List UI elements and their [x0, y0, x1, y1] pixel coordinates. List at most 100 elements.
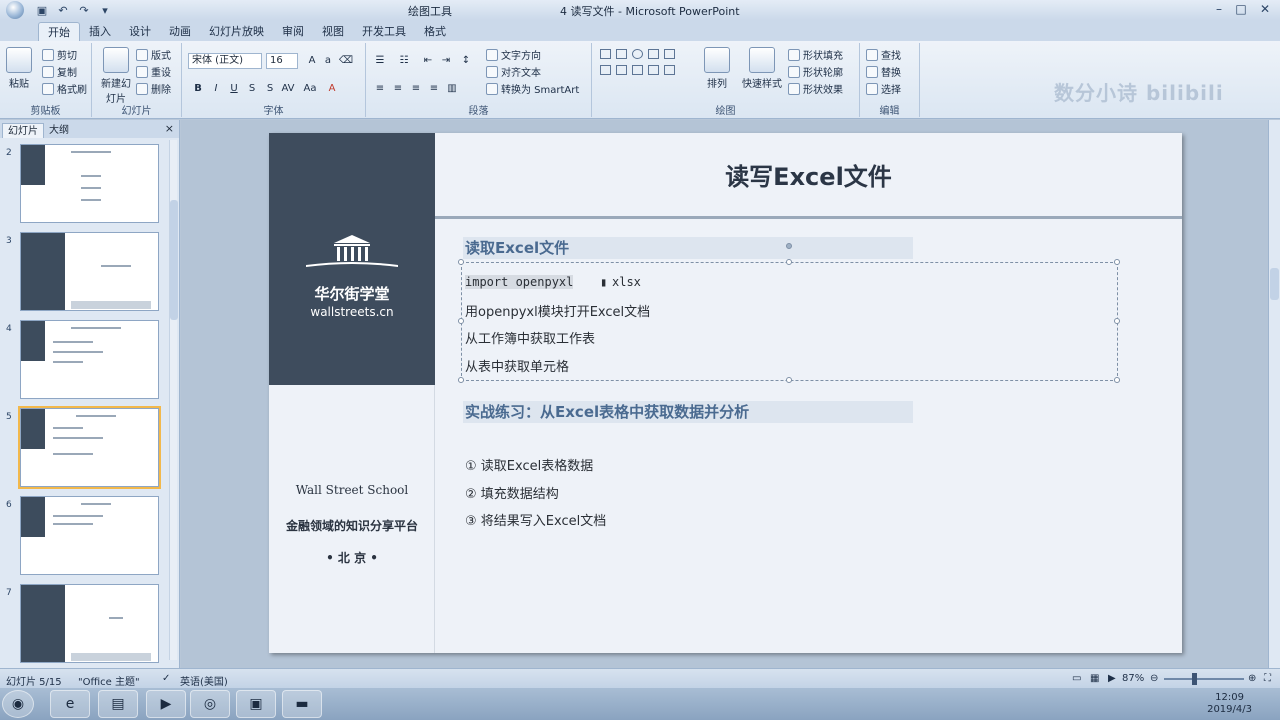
- shape-oval-icon[interactable]: [632, 49, 643, 59]
- shape-rect-icon[interactable]: [600, 49, 611, 59]
- panel-close-icon[interactable]: ×: [165, 122, 174, 135]
- save-icon[interactable]: ▣: [33, 2, 51, 18]
- find-button[interactable]: 查找: [866, 47, 901, 62]
- tab-design[interactable]: 设计: [120, 22, 160, 41]
- shape-effects-button[interactable]: 形状效果: [788, 81, 843, 96]
- explorer-icon[interactable]: ▤: [98, 690, 138, 718]
- undo-icon[interactable]: ↶: [54, 2, 72, 18]
- close-button[interactable]: ✕: [1252, 0, 1278, 18]
- zoom-slider[interactable]: [1164, 673, 1244, 685]
- resize-handle[interactable]: [786, 377, 792, 383]
- decrease-indent-icon[interactable]: ⇤: [420, 53, 436, 68]
- shape-triangle-icon[interactable]: [600, 65, 611, 75]
- font-color-icon[interactable]: A: [324, 81, 340, 96]
- strikethrough-icon[interactable]: S: [244, 81, 260, 96]
- slideshow-view-icon[interactable]: ▶: [1108, 673, 1116, 684]
- slide-thumbnail-2[interactable]: [20, 144, 159, 223]
- zoom-in-icon[interactable]: ⊕: [1248, 673, 1256, 684]
- tab-insert[interactable]: 插入: [80, 22, 120, 41]
- reset-button[interactable]: 重设: [136, 64, 171, 79]
- shape-outline-button[interactable]: 形状轮廓: [788, 64, 843, 79]
- shadow-icon[interactable]: S: [262, 81, 278, 96]
- bullets-icon[interactable]: ☰: [372, 53, 388, 68]
- replace-button[interactable]: 替换: [866, 64, 901, 79]
- slide-thumbnail-6[interactable]: [20, 496, 159, 575]
- media-player-icon[interactable]: ▶: [146, 690, 186, 718]
- maximize-button[interactable]: □: [1228, 0, 1254, 18]
- shrink-font-icon[interactable]: a: [320, 53, 336, 68]
- increase-indent-icon[interactable]: ⇥: [438, 53, 454, 68]
- office-button[interactable]: [0, 0, 30, 20]
- tab-slides[interactable]: 幻灯片: [2, 123, 44, 138]
- tab-developer[interactable]: 开发工具: [353, 22, 415, 41]
- convert-smartart-button[interactable]: 转换为 SmartArt: [486, 81, 579, 96]
- shape-line-icon[interactable]: [648, 49, 659, 59]
- slide-title[interactable]: 读写Excel文件: [435, 157, 1182, 192]
- section2-heading[interactable]: 实战练习：从Excel表格中获取数据并分析: [463, 401, 913, 423]
- chrome-icon[interactable]: ◎: [190, 690, 230, 718]
- resize-handle[interactable]: [1114, 377, 1120, 383]
- resize-handle[interactable]: [786, 259, 792, 265]
- shape-fill-button[interactable]: 形状填充: [788, 47, 843, 62]
- slide-thumbnail-3[interactable]: [20, 232, 159, 311]
- delete-slide-button[interactable]: 删除: [136, 81, 171, 96]
- shape-curve-icon[interactable]: [632, 65, 643, 75]
- align-right-icon[interactable]: ≡: [408, 81, 424, 96]
- zoom-slider-thumb[interactable]: [1192, 673, 1197, 685]
- align-text-button[interactable]: 对齐文本: [486, 64, 541, 79]
- grow-font-icon[interactable]: A: [304, 53, 320, 68]
- system-clock[interactable]: 12:09 2019/4/3: [1207, 692, 1252, 716]
- powerpoint-task-icon[interactable]: ▣: [236, 690, 276, 718]
- zoom-level[interactable]: 87%: [1122, 673, 1144, 684]
- spacing-icon[interactable]: AV: [280, 81, 296, 96]
- cut-button[interactable]: 剪切: [42, 47, 77, 62]
- tab-outline[interactable]: 大纲: [44, 123, 74, 138]
- resize-handle[interactable]: [458, 259, 464, 265]
- underline-icon[interactable]: U: [226, 81, 242, 96]
- clear-format-icon[interactable]: ⌫: [338, 53, 354, 68]
- quick-styles-button[interactable]: 快速样式: [742, 47, 782, 90]
- format-painter-button[interactable]: 格式刷: [42, 81, 87, 96]
- slide-thumbnail-5[interactable]: [18, 406, 161, 489]
- select-button[interactable]: 选择: [866, 81, 901, 96]
- shape-star-icon[interactable]: [664, 65, 675, 75]
- resize-handle[interactable]: [1114, 259, 1120, 265]
- arrange-button[interactable]: 排列: [704, 47, 730, 90]
- language-indicator[interactable]: 英语(美国): [180, 673, 228, 688]
- fit-window-icon[interactable]: ⛶: [1264, 673, 1271, 684]
- current-slide[interactable]: 华尔街学堂 wallstreets.cn Wall Street School …: [269, 133, 1182, 653]
- tab-animations[interactable]: 动画: [160, 22, 200, 41]
- layout-button[interactable]: 版式: [136, 47, 171, 62]
- copy-button[interactable]: 复制: [42, 64, 77, 79]
- shape-arrow-icon[interactable]: [664, 49, 675, 59]
- customize-toolbar-icon[interactable]: ▾: [96, 2, 114, 18]
- shape-brace-icon[interactable]: [648, 65, 659, 75]
- italic-icon[interactable]: I: [208, 81, 224, 96]
- tab-review[interactable]: 审阅: [273, 22, 313, 41]
- align-center-icon[interactable]: ≡: [390, 81, 406, 96]
- window-task-icon[interactable]: ▬: [282, 690, 322, 718]
- bold-icon[interactable]: B: [190, 81, 206, 96]
- slide-thumbnail-4[interactable]: [20, 320, 159, 399]
- rotate-handle[interactable]: [786, 243, 792, 249]
- slide-thumbnail-7[interactable]: [20, 584, 159, 663]
- line-spacing-icon[interactable]: ↕: [458, 53, 474, 68]
- font-size-combo[interactable]: 16: [266, 53, 298, 69]
- case-icon[interactable]: Aa: [302, 81, 318, 96]
- font-name-combo[interactable]: 宋体 (正文): [188, 53, 262, 69]
- panel-scrollbar[interactable]: [169, 140, 178, 660]
- resize-handle[interactable]: [458, 377, 464, 383]
- columns-icon[interactable]: ▥: [444, 81, 460, 96]
- new-slide-button[interactable]: 新建幻灯片: [98, 47, 134, 105]
- redo-icon[interactable]: ↷: [75, 2, 93, 18]
- scrollbar-thumb[interactable]: [170, 200, 178, 320]
- slide-scrollbar[interactable]: [1268, 120, 1280, 668]
- tab-view[interactable]: 视图: [313, 22, 353, 41]
- tab-format[interactable]: 格式: [415, 22, 455, 41]
- shape-textbox-icon[interactable]: [616, 49, 627, 59]
- tab-home[interactable]: 开始: [38, 22, 80, 41]
- justify-icon[interactable]: ≡: [426, 81, 442, 96]
- start-button[interactable]: ◉: [2, 690, 34, 718]
- shape-pentagon-icon[interactable]: [616, 65, 627, 75]
- tab-slideshow[interactable]: 幻灯片放映: [200, 22, 273, 41]
